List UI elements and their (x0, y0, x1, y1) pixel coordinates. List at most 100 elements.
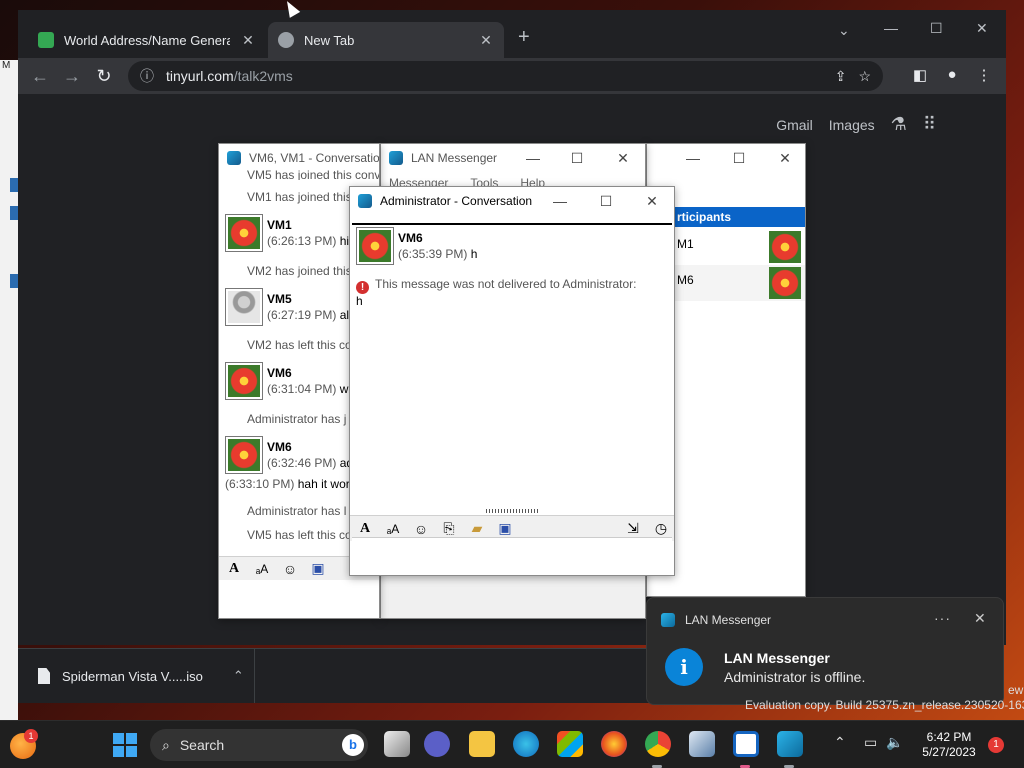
images-link[interactable]: Images (829, 117, 875, 133)
chevron-up-icon[interactable]: ⌃ (834, 734, 846, 751)
message-line: (6:27:19 PM) alr (267, 308, 354, 322)
font-color-icon[interactable]: ₐA (384, 522, 402, 536)
participant-row[interactable]: M1 (673, 229, 805, 265)
participant-row[interactable]: M6 (673, 265, 805, 301)
more-options-icon[interactable]: ··· (934, 610, 951, 626)
notification-toast[interactable]: LAN Messenger ··· ✕ i LAN Messenger Admi… (646, 597, 1004, 705)
tab-address-generator[interactable]: World Address/Name Generator ✕ (28, 22, 266, 58)
message-input[interactable] (352, 537, 672, 573)
task-view-icon[interactable] (384, 731, 410, 757)
lan-messenger-icon[interactable] (777, 731, 803, 757)
close-button[interactable]: ✕ (642, 191, 662, 211)
share-icon[interactable]: ⇪ (835, 68, 847, 85)
history-icon[interactable]: ◷ (652, 520, 670, 537)
maximize-button[interactable]: ☐ (930, 20, 943, 37)
send-file-icon[interactable]: ⎘ (440, 520, 458, 537)
evaluation-watermark: Evaluation copy. Build 25375.zn_release.… (745, 698, 1024, 712)
clock[interactable]: 6:42 PM 5/27/2023 (914, 730, 984, 760)
sender-name: VM6 (267, 366, 292, 380)
bing-icon[interactable]: b (342, 734, 364, 756)
gmail-link[interactable]: Gmail (776, 117, 813, 133)
font-icon[interactable]: A (356, 521, 374, 537)
reload-icon[interactable]: ↻ (92, 64, 116, 88)
bookmark-star-icon[interactable]: ☆ (858, 68, 871, 85)
message-line: (6:26:13 PM) hiy (267, 234, 356, 248)
tab-search-icon[interactable]: ⌄ (838, 22, 850, 39)
new-tab-button[interactable]: + (518, 26, 530, 49)
site-info-icon[interactable]: ⓘ (140, 66, 154, 86)
title-bar: Administrator - Conversation (350, 187, 674, 215)
url-host: tinyurl.com (166, 68, 234, 84)
system-message: VM5 has joined this conv (247, 168, 379, 180)
chrome-icon[interactable] (645, 731, 671, 757)
font-icon[interactable]: A (225, 561, 243, 577)
maximize-button[interactable]: ☐ (596, 191, 616, 211)
back-icon[interactable]: ← (28, 64, 52, 88)
chevron-up-icon[interactable]: ⌃ (233, 668, 244, 684)
minimize-button[interactable]: — (683, 148, 703, 168)
avatar (769, 267, 801, 299)
close-button[interactable]: ✕ (775, 148, 795, 168)
download-item[interactable]: Spiderman Vista V.....iso ⌃ (28, 649, 255, 703)
sender-name: VM5 (267, 292, 292, 306)
minimize-button[interactable]: — (884, 20, 898, 36)
file-explorer-icon[interactable] (469, 731, 495, 757)
edge-icon[interactable] (513, 731, 539, 757)
send-folder-icon[interactable]: ▰ (468, 520, 486, 537)
network-icon[interactable]: ▭ (864, 734, 877, 751)
lan-messenger-icon (227, 151, 241, 165)
app-window-icon[interactable] (733, 731, 759, 757)
close-tab-icon[interactable]: ✕ (240, 32, 256, 49)
close-tab-icon[interactable]: ✕ (478, 32, 494, 49)
taskbar: 1 ⌕ Search b ⌃ ▭ 🔈 6:42 PM 5/27/2023 1 (0, 720, 1024, 768)
smiley-icon[interactable]: ☺ (281, 561, 299, 577)
font-color-icon[interactable]: ₐA (253, 562, 271, 576)
message-line: (6:32:46 PM) ad (267, 456, 354, 470)
sender-name: VM1 (267, 218, 292, 232)
notification-badge[interactable]: 1 (988, 737, 1004, 753)
minimize-button[interactable]: — (523, 148, 543, 168)
start-icon[interactable] (113, 733, 137, 757)
avatar (769, 231, 801, 263)
firefox-icon[interactable] (601, 731, 627, 757)
tab-title: World Address/Name Generator (64, 32, 230, 48)
avatar (225, 362, 263, 400)
close-window-button[interactable]: ✕ (976, 20, 988, 37)
smiley-icon[interactable]: ☺ (412, 521, 430, 537)
avatar (225, 214, 263, 252)
pane-splitter[interactable] (486, 509, 540, 513)
address-bar[interactable]: ⓘ tinyurl.com/talk2vms ⇪ ☆ (128, 61, 883, 91)
tab-strip: World Address/Name Generator ✕ New Tab ✕… (18, 10, 1006, 58)
store-icon[interactable] (557, 731, 583, 757)
maximize-button[interactable]: ☐ (729, 148, 749, 168)
maximize-button[interactable]: ☐ (567, 148, 587, 168)
transfers-icon[interactable]: ⇲ (624, 520, 642, 537)
search-box[interactable]: ⌕ Search b (150, 729, 368, 761)
apps-grid-icon[interactable]: ⠿ (923, 114, 936, 135)
participants-header: rticipants (673, 207, 805, 227)
sender-name: VM6 (267, 440, 292, 454)
forward-icon[interactable]: → (60, 64, 84, 88)
save-icon[interactable]: ▣ (496, 520, 514, 537)
volume-icon[interactable]: 🔈 (886, 734, 903, 751)
remote-desktop-icon[interactable] (689, 731, 715, 757)
menu-kebab-icon[interactable]: ⋮ (974, 66, 994, 84)
save-icon[interactable]: ▣ (309, 560, 327, 577)
message-line: (6:35:39 PM) h (398, 247, 478, 261)
error-icon: ! (356, 281, 369, 294)
watermark-edge: ew (1008, 683, 1024, 697)
close-icon[interactable]: ✕ (974, 610, 986, 627)
side-panel-icon[interactable]: ◧ (910, 66, 930, 84)
error-body: h (356, 294, 363, 308)
message-entry: VM6 (6:35:39 PM) h (356, 227, 656, 267)
title-bar: LAN Messenger (381, 144, 645, 172)
close-button[interactable]: ✕ (613, 148, 633, 168)
avatar (225, 436, 263, 474)
tab-new-tab[interactable]: New Tab ✕ (268, 22, 504, 58)
chat-icon[interactable] (424, 731, 450, 757)
map-pin-icon (38, 32, 54, 48)
profile-icon[interactable]: ● (942, 66, 962, 83)
file-icon (38, 668, 50, 684)
labs-flask-icon[interactable]: ⚗ (891, 114, 907, 135)
minimize-button[interactable]: — (550, 191, 570, 211)
